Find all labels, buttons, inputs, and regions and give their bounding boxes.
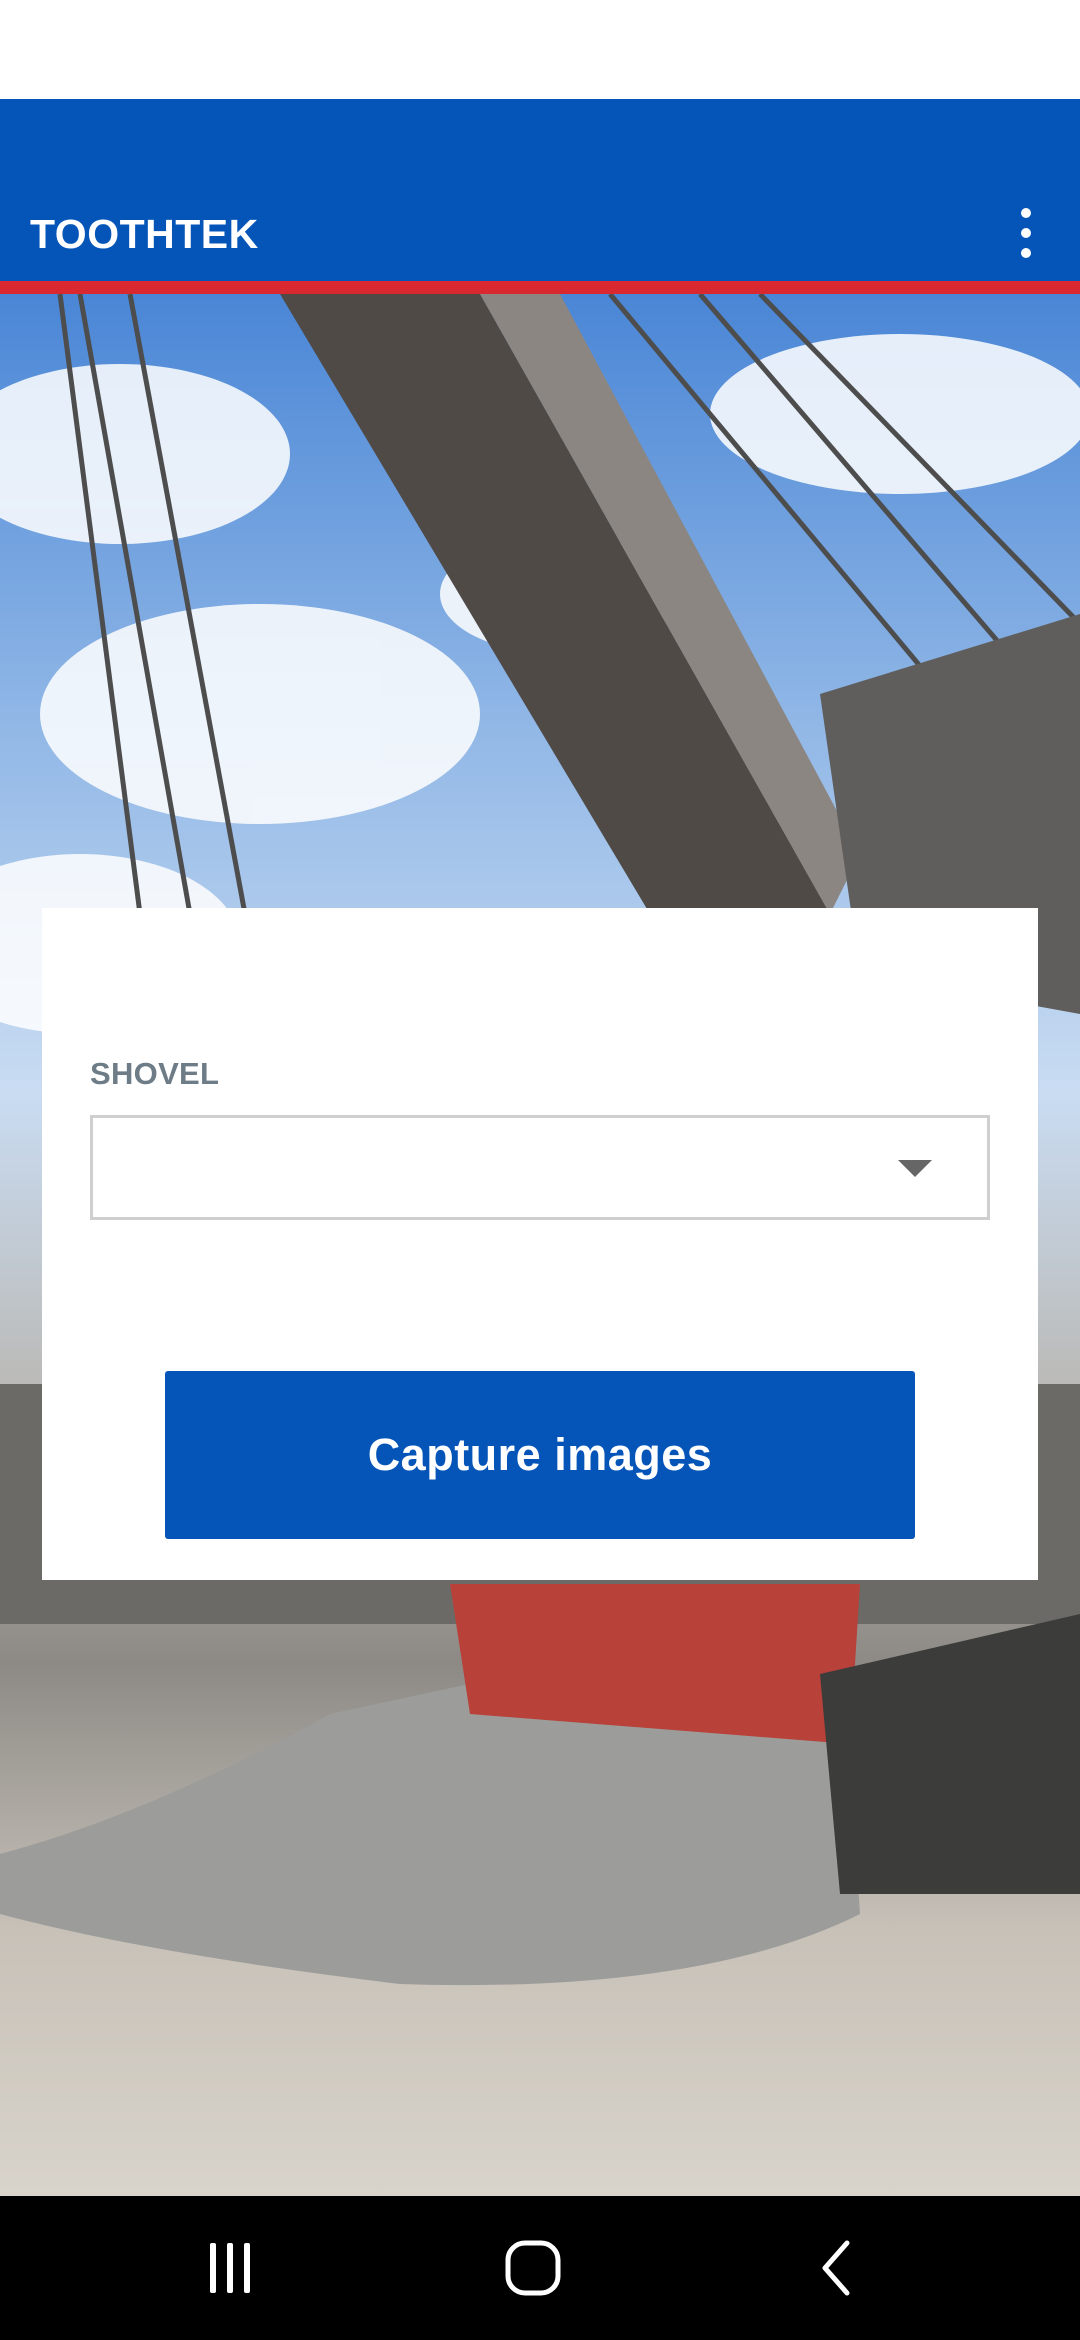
system-navigation-bar — [0, 2196, 1080, 2340]
more-vert-icon[interactable] — [1006, 208, 1046, 258]
shovel-select[interactable] — [90, 1115, 990, 1220]
shovel-form-card: SHOVEL Capture images — [42, 908, 1038, 1580]
status-bar — [0, 0, 1080, 99]
capture-images-label: Capture images — [367, 1429, 713, 1480]
app-title: TOOTHTEK — [30, 211, 259, 257]
capture-images-button[interactable]: Capture images — [165, 1371, 915, 1539]
app-bar-accent-line — [0, 281, 1080, 294]
home-icon[interactable] — [453, 2196, 613, 2340]
shovel-label: SHOVEL — [90, 1056, 220, 1091]
back-icon[interactable] — [757, 2196, 917, 2340]
dropdown-arrow-icon — [898, 1160, 932, 1177]
recent-apps-icon[interactable] — [150, 2196, 310, 2340]
app-bar: TOOTHTEK — [0, 99, 1080, 281]
